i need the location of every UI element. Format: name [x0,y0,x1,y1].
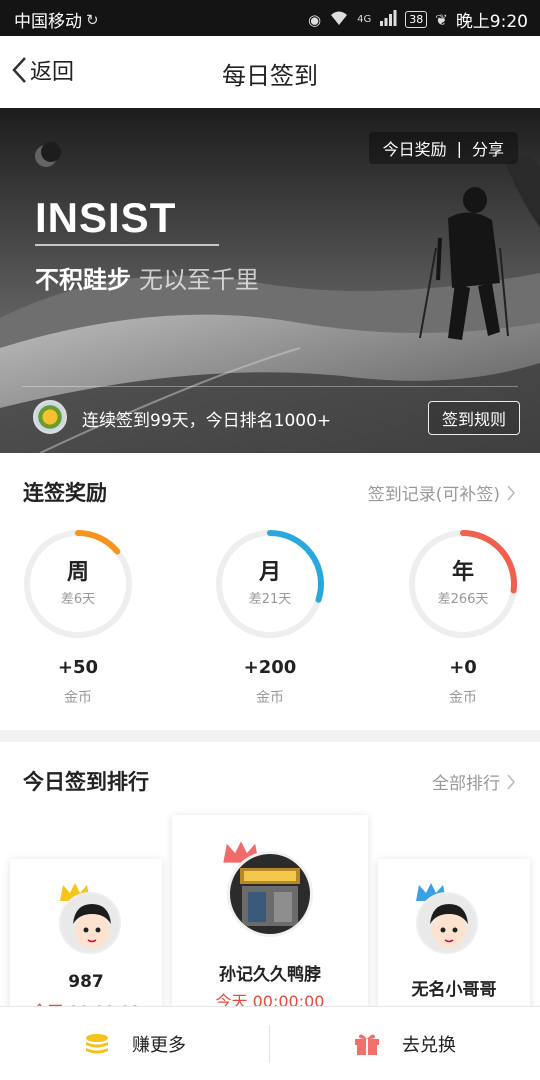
carrier-label: 中国移动 [14,12,82,32]
shop-storefront-photo [230,854,310,934]
all-ranking-label: 全部排行 [432,774,500,794]
gift-icon [355,1034,379,1055]
ring-remaining: 差266天 [437,592,489,607]
checkin-record-label: 签到记录(可补签) [367,485,500,505]
slogan-bold: 不积跬步 [35,266,131,294]
ring-remaining: 差21天 [248,592,292,607]
chevron-right-icon [507,484,516,501]
rank-checkin-time: 今天 00:00:00 [215,992,325,1006]
page-title: 每日签到 [222,62,318,90]
reward-unit: 金币 [64,690,92,706]
ring-title: 周 [66,560,89,585]
reward-amount: +200 [243,657,297,678]
month-reward-ring[interactable]: 月 差21天 [214,528,326,640]
section-title: 今日签到排行 [23,770,149,794]
earn-more-button[interactable]: 赚更多 [0,1007,270,1080]
eye-icon: ◉ [308,10,322,29]
share-link[interactable]: 分享 [472,136,504,160]
sync-icon: ↻ [86,10,99,29]
today-ranking-section: 今日签到排行 全部排行 987 今天 00:00:01 [0,742,540,1006]
banner-slogan: 不积跬步 无以至千里 [35,260,259,295]
reward-unit: 金币 [449,690,477,706]
earn-more-label: 赚更多 [132,1035,186,1056]
redeem-label: 去兑换 [402,1035,456,1056]
ring-title: 月 [258,560,281,585]
coins-icon [86,1034,108,1054]
wifi-icon [329,10,349,30]
chevron-right-icon [507,773,516,790]
rank-card-3[interactable]: 无名小哥哥 今天 [378,859,530,1006]
ring-title: 年 [451,560,474,585]
battery-indicator: 38 [405,11,428,28]
all-ranking-link[interactable]: 全部排行 [432,769,516,794]
year-reward-ring[interactable]: 年 差266天 [407,528,519,640]
rank-card-1[interactable]: 孙记久久鸭脖 今天 00:00:00 [172,815,368,1006]
signal-icon [379,9,397,30]
ring-remaining: 差6天 [60,592,96,607]
cartoon-boy-avatar [61,894,119,952]
today-reward-link[interactable]: 今日奖励 [383,136,447,160]
banner-divider [22,386,518,387]
banner-top-actions: 今日奖励 | 分享 [368,132,518,164]
section-title: 连签奖励 [23,481,107,505]
rank-user-name: 孙记久久鸭脖 [219,965,321,985]
rank-checkin-time: 今天 00:00:01 [10,998,162,1006]
bottom-action-bar: 赚更多 去兑换 [0,1006,540,1080]
nav-bar: 返回 每日签到 [0,36,540,108]
reward-amount: +50 [57,657,99,678]
cartoon-boy-avatar [418,894,476,952]
avatar [59,892,121,954]
headline-underline [35,244,219,246]
rank-user-name: 无名小哥哥 [411,980,497,1000]
banner-headline: INSIST [35,194,177,241]
clock: 晚上9:20 [455,12,528,32]
user-avatar[interactable] [33,400,67,434]
reward-amount: +0 [449,657,477,678]
rank-card-2[interactable]: 987 今天 00:00:01 [10,859,162,1006]
reward-unit: 金币 [256,690,284,706]
separator: | [456,138,462,158]
avatar [416,892,478,954]
avatar [227,851,313,937]
week-reward-ring[interactable]: 周 差6天 [22,528,134,640]
checkin-banner: 今日奖励 | 分享 INSIST 不积跬步 无以至千里 连续签到99天，今日排名1… [0,108,540,453]
checkin-record-link[interactable]: 签到记录(可补签) [368,480,516,505]
section-gap [0,730,540,742]
slogan-light: 无以至千里 [139,266,259,294]
redeem-button[interactable]: 去兑换 [270,1007,540,1080]
rank-user-name: 987 [68,972,104,992]
streak-rewards-section: 连签奖励 签到记录(可补签) 周 差6天 +50 金币 月 差21天 +200 … [0,453,540,730]
streak-text: 连续签到99天，今日排名1000+ [82,411,332,431]
status-bar: 中国移动 ↻ ◉ 4G 38 ❦ 晚上9:20 [0,0,540,36]
leaf-icon: ❦ [435,10,448,29]
checkin-rules-button[interactable]: 签到规则 [428,401,520,435]
network-type: 4G [357,14,372,25]
